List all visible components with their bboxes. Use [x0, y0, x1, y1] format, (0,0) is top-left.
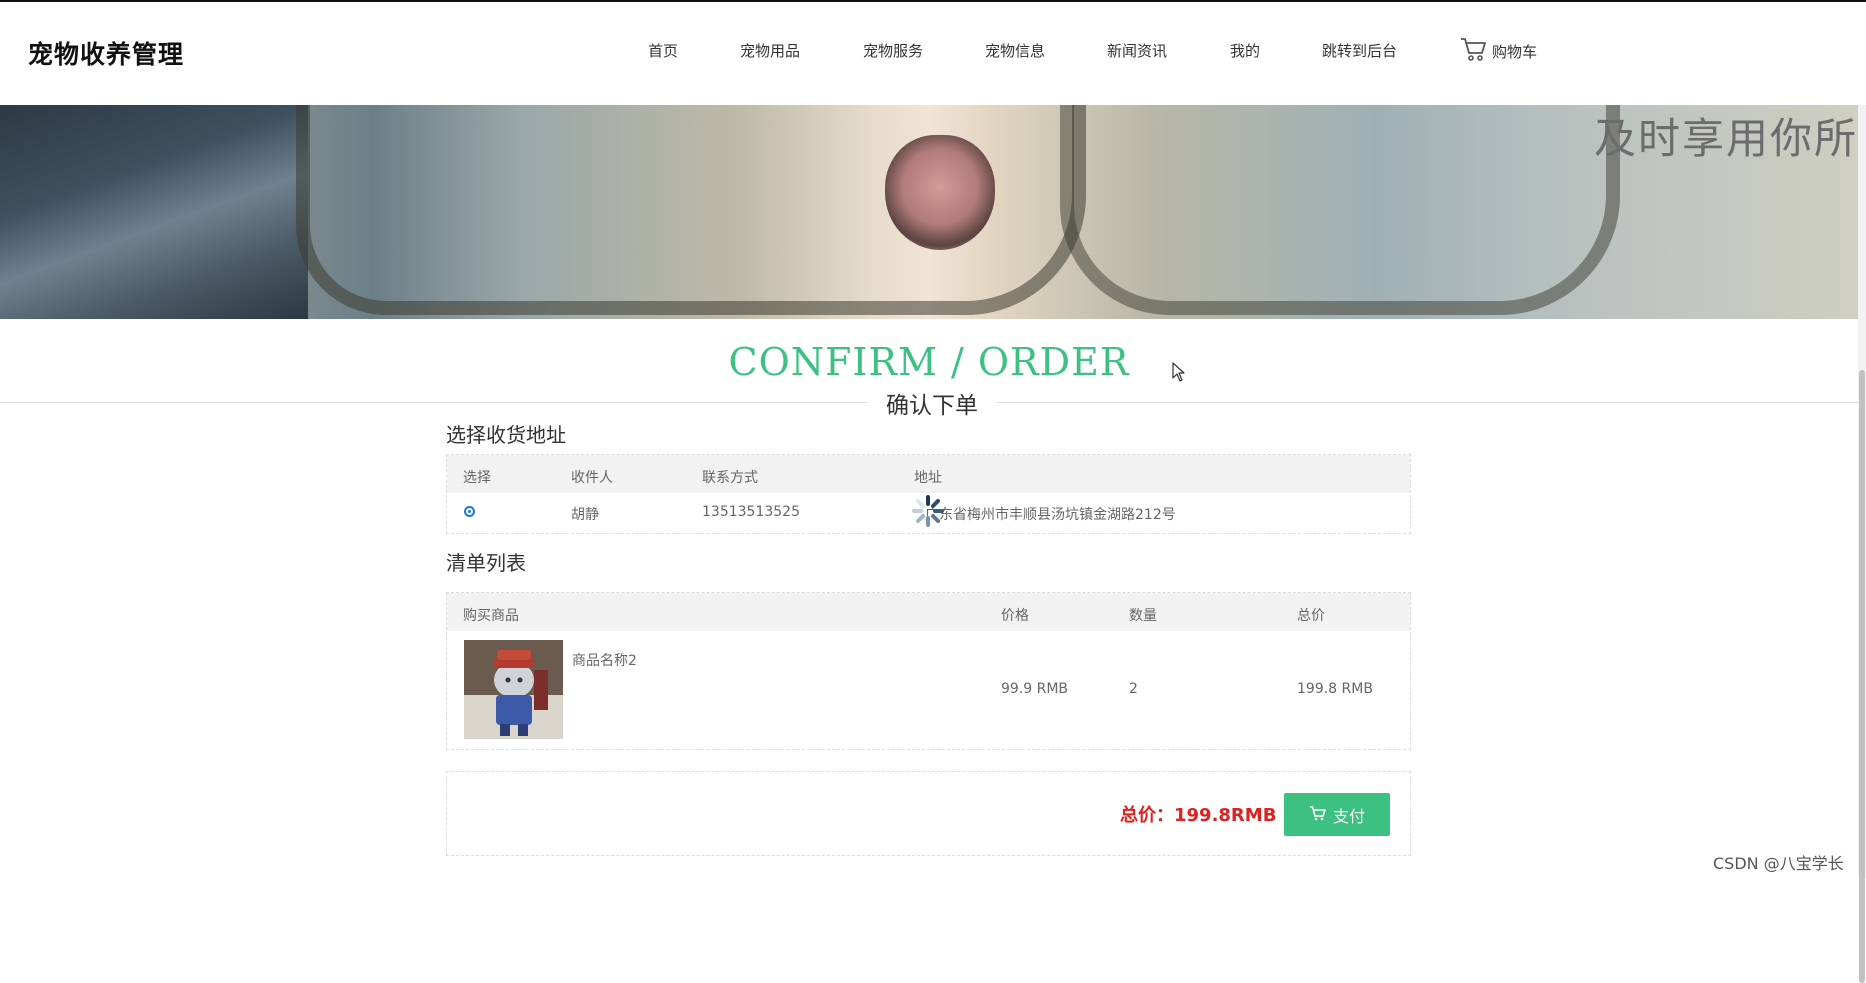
product-quantity: 2: [1129, 681, 1138, 697]
address-table-header: 选择 收件人 联系方式 地址: [447, 455, 1410, 493]
shopping-cart-icon: [1309, 805, 1327, 825]
nav-pet-info[interactable]: 宠物信息: [985, 40, 1045, 61]
scrollbar-thumb[interactable]: [1859, 370, 1865, 983]
product-subtotal: 199.8 RMB: [1297, 681, 1373, 697]
col-price: 价格: [1001, 608, 1029, 624]
items-table: 购买商品 价格 数量 总价 商品名称2 99.9 RMB 2 199.8 RMB: [446, 592, 1411, 750]
banner-cat-nose: [885, 135, 995, 250]
shopping-cart-icon: [1460, 36, 1488, 62]
site-logo[interactable]: 宠物收养管理: [28, 35, 184, 71]
hero-banner: 及时享用你所: [0, 105, 1858, 319]
loading-spinner-icon: [910, 493, 946, 529]
address-section-title: 选择收货地址: [446, 423, 566, 447]
nav-admin[interactable]: 跳转到后台: [1322, 40, 1397, 61]
col-quantity: 数量: [1129, 608, 1157, 624]
product-image[interactable]: [464, 640, 563, 739]
mouse-cursor-icon: [1172, 362, 1186, 386]
banner-slogan: 及时享用你所: [1593, 114, 1858, 163]
nav-mine[interactable]: 我的: [1230, 40, 1260, 61]
nav-news[interactable]: 新闻资讯: [1107, 40, 1167, 61]
items-section-title: 清单列表: [446, 551, 526, 575]
nav-home[interactable]: 首页: [648, 40, 678, 61]
order-total: 总价：199.8RMB: [1120, 805, 1277, 826]
top-header: 宠物收养管理 首页 宠物用品 宠物服务 宠物信息 新闻资讯 我的 跳转到后台 购…: [0, 0, 1866, 105]
col-contact: 联系方式: [702, 470, 758, 486]
page-scrollbar[interactable]: [1858, 105, 1866, 983]
col-product: 购买商品: [463, 608, 519, 624]
col-select: 选择: [463, 470, 491, 486]
product-price: 99.9 RMB: [1001, 681, 1069, 697]
nav-cart[interactable]: 购物车: [1460, 36, 1537, 62]
watermark: CSDN @八宝学长: [1713, 854, 1844, 873]
col-address: 地址: [914, 470, 942, 486]
cart-label: 购物车: [1492, 43, 1538, 61]
items-table-header: 购买商品 价格 数量 总价: [447, 593, 1410, 631]
col-recipient: 收件人: [571, 470, 613, 486]
col-subtotal: 总价: [1297, 608, 1325, 624]
nav-pet-services[interactable]: 宠物服务: [863, 40, 923, 61]
banner-glasses-right: [1060, 105, 1620, 315]
address-radio[interactable]: [464, 506, 475, 517]
recipient-name: 胡静: [571, 507, 599, 523]
page-title-cn: 确认下单: [868, 386, 996, 420]
product-name[interactable]: 商品名称2: [572, 650, 637, 670]
pay-button[interactable]: 支付: [1284, 793, 1390, 836]
address-table: 选择 收件人 联系方式 地址 胡静 13513513525 广东省梅州市丰顺县汤…: [446, 454, 1411, 534]
pay-button-label: 支付: [1332, 806, 1365, 826]
banner-left-photo: [0, 105, 308, 319]
nav-pet-supplies[interactable]: 宠物用品: [740, 40, 800, 61]
recipient-phone: 13513513525: [702, 504, 800, 520]
page-title-en: CONFIRM / ORDER: [728, 340, 1130, 384]
recipient-address: 广东省梅州市丰顺县汤坑镇金湖路212号: [925, 507, 1176, 523]
